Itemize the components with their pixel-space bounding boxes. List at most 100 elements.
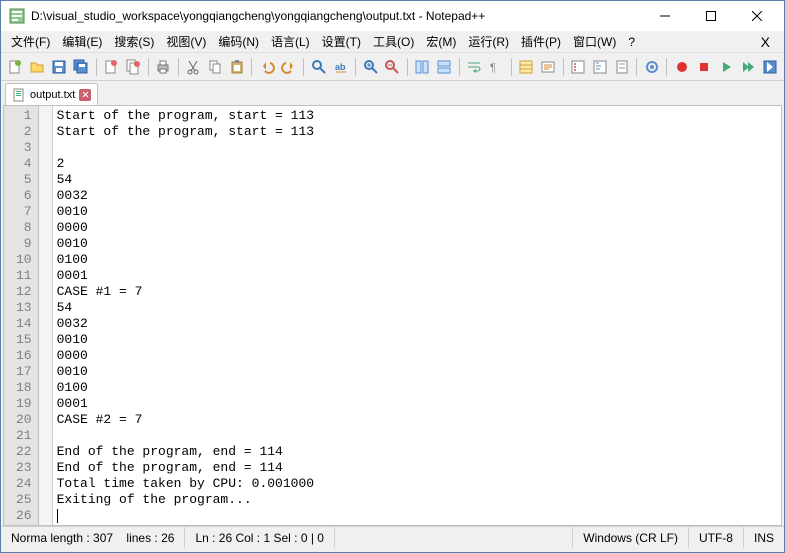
menubar: 文件(F) 编辑(E) 搜索(S) 视图(V) 编码(N) 语言(L) 设置(T… [1, 31, 784, 53]
editor-line: Total time taken by CPU: 0.001000 [57, 476, 777, 492]
new-file-button[interactable] [5, 56, 26, 78]
file-icon [12, 88, 26, 102]
menu-settings[interactable]: 设置(T) [316, 31, 367, 52]
editor-line: 0032 [57, 316, 777, 332]
replace-button[interactable]: ab [330, 56, 351, 78]
close-file-button[interactable] [101, 56, 122, 78]
editor-line: 2 [57, 156, 777, 172]
line-number: 16 [16, 348, 32, 364]
line-number: 4 [16, 156, 32, 172]
editor-line: 0100 [57, 252, 777, 268]
editor-line: End of the program, end = 114 [57, 444, 777, 460]
editor-line: Start of the program, start = 113 [57, 108, 777, 124]
line-number: 9 [16, 236, 32, 252]
text-caret [57, 509, 58, 523]
sync-v-button[interactable] [412, 56, 433, 78]
line-number: 20 [16, 412, 32, 428]
editor-line: 0032 [57, 188, 777, 204]
file-tab[interactable]: output.txt [5, 83, 98, 105]
sync-h-button[interactable] [434, 56, 455, 78]
editor-line [57, 428, 777, 444]
print-button[interactable] [153, 56, 174, 78]
lang-button[interactable] [538, 56, 559, 78]
fold-margin [39, 106, 53, 525]
editor-line: 0001 [57, 396, 777, 412]
maximize-button[interactable] [688, 1, 734, 31]
window-title: D:\visual_studio_workspace\yongqiangchen… [31, 9, 642, 23]
line-number: 26 [16, 508, 32, 524]
svg-text:ab: ab [335, 62, 346, 72]
line-number: 18 [16, 380, 32, 396]
paste-button[interactable] [226, 56, 247, 78]
titlebar: D:\visual_studio_workspace\yongqiangchen… [1, 1, 784, 31]
save-all-button[interactable] [71, 56, 92, 78]
editor-line: 0010 [57, 332, 777, 348]
record-macro-button[interactable] [671, 56, 692, 78]
redo-button[interactable] [278, 56, 299, 78]
line-number: 12 [16, 284, 32, 300]
line-number: 14 [16, 316, 32, 332]
menu-search[interactable]: 搜索(S) [108, 31, 160, 52]
show-all-chars-button[interactable]: ¶ [486, 56, 507, 78]
undo-button[interactable] [256, 56, 277, 78]
editor-line [57, 508, 777, 524]
monitor-button[interactable] [641, 56, 662, 78]
find-button[interactable] [308, 56, 329, 78]
menu-macro[interactable]: 宏(M) [420, 31, 462, 52]
editor-line: 0100 [57, 380, 777, 396]
editor-line: 54 [57, 300, 777, 316]
line-gutter: 1234567891011121314151617181920212223242… [4, 106, 39, 525]
line-number: 13 [16, 300, 32, 316]
menu-encoding[interactable]: 编码(N) [212, 31, 265, 52]
play-macro-button[interactable] [715, 56, 736, 78]
editor-line: 0010 [57, 364, 777, 380]
save-button[interactable] [49, 56, 70, 78]
line-number: 8 [16, 220, 32, 236]
menu-close-x[interactable]: X [751, 34, 780, 50]
tab-filename: output.txt [30, 89, 75, 101]
editor-line: 0010 [57, 204, 777, 220]
play-multi-button[interactable] [737, 56, 758, 78]
folder-tree-button[interactable] [589, 56, 610, 78]
close-all-button[interactable] [123, 56, 144, 78]
line-number: 5 [16, 172, 32, 188]
menu-window[interactable]: 窗口(W) [567, 31, 622, 52]
app-icon [9, 8, 25, 24]
line-number: 3 [16, 140, 32, 156]
editor-line: CASE #2 = 7 [57, 412, 777, 428]
menu-run[interactable]: 运行(R) [462, 31, 515, 52]
line-number: 11 [16, 268, 32, 284]
open-file-button[interactable] [27, 56, 48, 78]
tab-close-button[interactable] [79, 89, 91, 101]
line-number: 6 [16, 188, 32, 204]
function-list-button[interactable] [568, 56, 589, 78]
indent-guide-button[interactable] [516, 56, 537, 78]
line-number: 24 [16, 476, 32, 492]
cut-button[interactable] [183, 56, 204, 78]
menu-help[interactable]: ? [622, 33, 641, 51]
minimize-button[interactable] [642, 1, 688, 31]
zoom-in-button[interactable] [360, 56, 381, 78]
editor[interactable]: 1234567891011121314151617181920212223242… [3, 105, 782, 526]
copy-button[interactable] [204, 56, 225, 78]
editor-line: CASE #1 = 7 [57, 284, 777, 300]
close-button[interactable] [734, 1, 780, 31]
menu-edit[interactable]: 编辑(E) [56, 31, 108, 52]
menu-file[interactable]: 文件(F) [5, 31, 56, 52]
save-macro-button[interactable] [759, 56, 780, 78]
stop-macro-button[interactable] [693, 56, 714, 78]
editor-line: 0001 [57, 268, 777, 284]
menu-tools[interactable]: 工具(O) [367, 31, 420, 52]
zoom-out-button[interactable] [382, 56, 403, 78]
line-number: 22 [16, 444, 32, 460]
editor-line: Start of the program, start = 113 [57, 124, 777, 140]
menu-view[interactable]: 视图(V) [160, 31, 212, 52]
editor-content[interactable]: Start of the program, start = 113Start o… [53, 106, 781, 525]
line-number: 21 [16, 428, 32, 444]
doc-map-button[interactable] [611, 56, 632, 78]
wrap-button[interactable] [464, 56, 485, 78]
status-length: Norma length : 307 lines : 26 [1, 527, 185, 548]
menu-plugins[interactable]: 插件(P) [515, 31, 567, 52]
toolbar: ab ¶ [1, 53, 784, 81]
menu-language[interactable]: 语言(L) [265, 31, 316, 52]
